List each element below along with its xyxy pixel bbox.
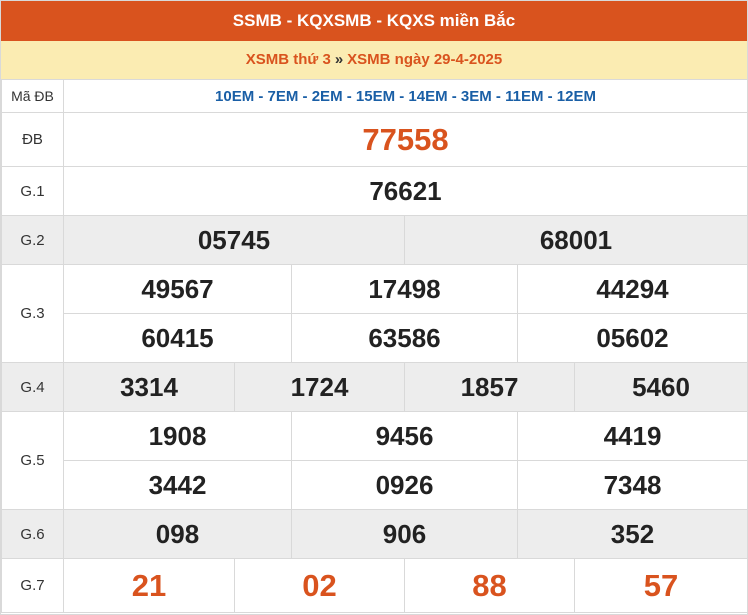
prize-g3-number-3: 44294 [517,264,748,314]
prize-g7-number-1: 21 [63,558,235,613]
breadcrumb-link-weekday[interactable]: XSMB thứ 3 [246,51,331,68]
prize-row-g6: G.6 098 906 352 [1,509,748,559]
prize-label-db: ĐB [1,112,64,167]
prize-row-g5a: G.5 1908 9456 4419 [1,411,748,510]
results-table: Mã ĐB 10EM - 7EM - 2EM - 15EM - 14EM - 3… [1,79,748,613]
prize-row-g1: G.1 76621 [1,166,748,216]
prize-g2-number-1: 05745 [63,215,405,265]
breadcrumb-link-date[interactable]: XSMB ngày 29-4-2025 [347,51,502,68]
prize-g3-number-4: 60415 [63,313,292,363]
prize-row-g7: G.7 21 02 88 57 [1,558,748,613]
prize-g5-number-3: 4419 [517,411,748,461]
prize-g4-number-4: 5460 [574,362,748,412]
prize-g3-number-2: 17498 [291,264,518,314]
prize-label-g2: G.2 [1,215,64,265]
prize-label-g6: G.6 [1,509,64,559]
ma-db-row: Mã ĐB 10EM - 7EM - 2EM - 15EM - 14EM - 3… [1,79,748,113]
prize-g7-number-3: 88 [404,558,575,613]
prize-label-g1: G.1 [1,166,64,216]
prize-row-g2: G.2 05745 68001 [1,215,748,265]
prize-g5-number-5: 0926 [291,460,518,510]
prize-g5-number-2: 9456 [291,411,518,461]
breadcrumb-separator: » [334,51,344,68]
ma-db-value: 10EM - 7EM - 2EM - 15EM - 14EM - 3EM - 1… [63,79,748,113]
prize-g7-number-2: 02 [234,558,405,613]
page-title: SSMB - KQXSMB - KQXS miền Bắc [1,1,747,41]
prize-label-g5: G.5 [1,411,64,510]
prize-g3-number-5: 63586 [291,313,518,363]
prize-label-g3: G.3 [1,264,64,363]
prize-g6-number-2: 906 [291,509,518,559]
prize-g5-number-6: 7348 [517,460,748,510]
prize-g2-number-2: 68001 [404,215,748,265]
prize-label-g7: G.7 [1,558,64,613]
ma-db-label: Mã ĐB [1,79,64,113]
prize-g5-number-4: 3442 [63,460,292,510]
prize-row-db: ĐB 77558 [1,112,748,167]
prize-g4-number-2: 1724 [234,362,405,412]
prize-g3-number-6: 05602 [517,313,748,363]
prize-row-g3b: 60415 63586 05602 [2,313,748,363]
prize-row-g4: G.4 3314 1724 1857 5460 [1,362,748,412]
prize-g6-number-1: 098 [63,509,292,559]
prize-label-g4: G.4 [1,362,64,412]
prize-g4-number-3: 1857 [404,362,575,412]
prize-g3-number-1: 49567 [63,264,292,314]
prize-g6-number-3: 352 [517,509,748,559]
prize-row-g3a: G.3 49567 17498 44294 [1,264,748,363]
prize-g5-number-1: 1908 [63,411,292,461]
prize-g1-number: 76621 [63,166,748,216]
lottery-result-panel: SSMB - KQXSMB - KQXS miền Bắc XSMB thứ 3… [0,0,748,615]
prize-g4-number-1: 3314 [63,362,235,412]
prize-row-g5b: 3442 0926 7348 [2,460,748,510]
prize-g7-number-4: 57 [574,558,748,613]
prize-db-number: 77558 [63,112,748,167]
breadcrumb: XSMB thứ 3» XSMB ngày 29-4-2025 [1,41,747,79]
